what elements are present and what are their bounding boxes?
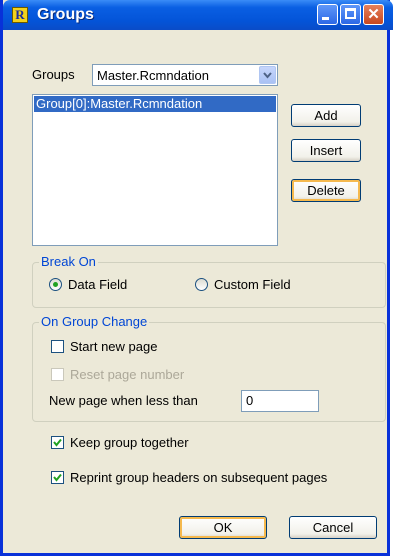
reprint-headers-checkbox[interactable]: [51, 471, 64, 484]
reprint-headers-label[interactable]: Reprint group headers on subsequent page…: [70, 470, 327, 485]
maximize-icon: [345, 8, 356, 19]
app-icon: R: [12, 7, 28, 23]
custom-field-radio[interactable]: [195, 278, 208, 291]
ok-button[interactable]: OK: [179, 516, 267, 539]
checkmark-icon: [53, 438, 62, 447]
new-page-threshold-label: New page when less than: [49, 393, 198, 408]
data-field-label[interactable]: Data Field: [68, 277, 127, 292]
minimize-button[interactable]: [317, 4, 338, 25]
chevron-down-icon: [263, 72, 272, 79]
groups-dialog: R Groups ✕ Groups Master.Rcmndation Grou…: [0, 0, 393, 556]
start-new-page-checkbox[interactable]: [51, 340, 64, 353]
insert-button[interactable]: Insert: [291, 139, 361, 162]
minimize-icon: [322, 17, 329, 20]
cancel-button[interactable]: Cancel: [289, 516, 377, 539]
keep-group-together-checkbox[interactable]: [51, 436, 64, 449]
break-on-title: Break On: [39, 254, 98, 269]
new-page-threshold-input[interactable]: 0: [241, 390, 319, 412]
window-title: Groups: [37, 6, 94, 23]
on-group-change-title: On Group Change: [39, 314, 150, 329]
delete-button[interactable]: Delete: [291, 179, 361, 202]
reset-page-number-checkbox: [51, 368, 64, 381]
maximize-button[interactable]: [340, 4, 361, 25]
combo-dropdown-button[interactable]: [259, 66, 276, 84]
title-bar[interactable]: R Groups ✕: [3, 0, 393, 30]
radio-selected-dot: [53, 282, 58, 287]
keep-group-together-label[interactable]: Keep group together: [70, 435, 189, 450]
start-new-page-label[interactable]: Start new page: [70, 339, 157, 354]
close-button[interactable]: ✕: [363, 4, 384, 25]
data-field-radio[interactable]: [49, 278, 62, 291]
groups-combo[interactable]: Master.Rcmndation: [92, 64, 278, 86]
list-item[interactable]: Group[0]:Master.Rcmndation: [34, 96, 276, 112]
add-button[interactable]: Add: [291, 104, 361, 127]
groups-listbox[interactable]: Group[0]:Master.Rcmndation: [32, 94, 278, 246]
checkmark-icon: [53, 473, 62, 482]
groups-combo-value: Master.Rcmndation: [97, 68, 209, 83]
close-icon: ✕: [367, 6, 380, 23]
reset-page-number-label: Reset page number: [70, 367, 185, 382]
groups-label: Groups: [32, 67, 75, 82]
custom-field-label[interactable]: Custom Field: [214, 277, 291, 292]
